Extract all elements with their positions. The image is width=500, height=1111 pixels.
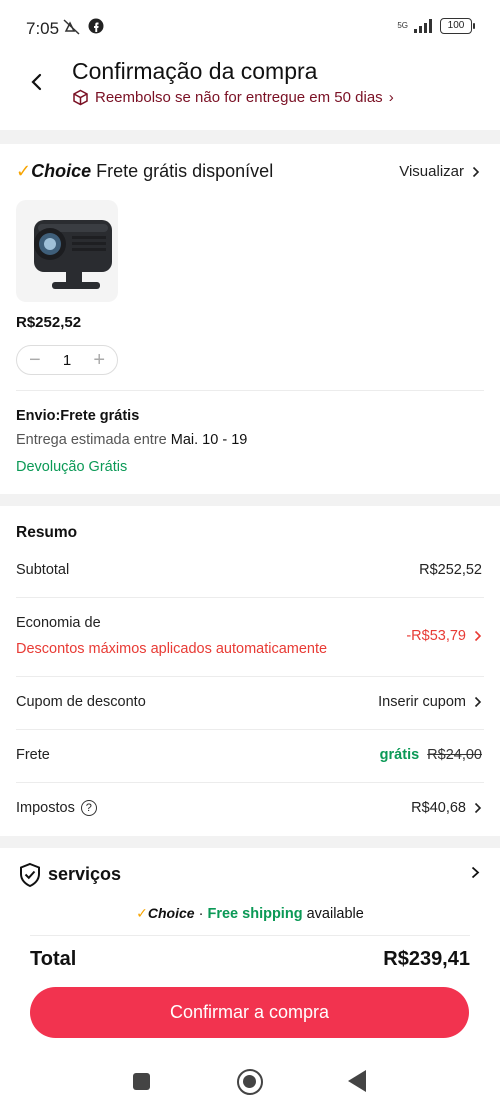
product-price: R$252,52 [16,314,82,331]
projector-icon [34,220,112,289]
page-title: Confirmação da compra [72,58,318,84]
chevron-right-icon [474,630,482,642]
page-header: Confirmação da compra Reembolso se não f… [0,52,500,124]
chevron-right-icon [472,166,480,177]
coupon-row[interactable]: Cupom de desconto Inserir cupom [0,694,500,724]
help-icon[interactable]: ? [80,800,97,817]
quantity-stepper: − 1 + [16,345,118,375]
section-divider [0,494,500,506]
refund-guarantee-link[interactable]: Reembolso se não for entregue em 50 dias… [72,89,394,106]
shipping-fee-label: Frete [16,747,50,763]
checkmark-icon: ✓ [16,161,32,181]
divider [16,782,484,783]
decrease-quantity-button[interactable]: − [29,350,41,370]
section-divider [0,130,500,144]
enter-coupon-link[interactable]: Inserir cupom [378,694,466,710]
signal-icon [414,19,432,33]
back-button[interactable] [22,68,50,96]
estimate-dates: Mai. 10 - 19 [170,432,248,448]
battery-icon: 100 [440,18,475,34]
subtotal-label: Subtotal [16,562,70,578]
status-right-icons: 5G 100 [397,18,475,34]
taxes-row[interactable]: Impostos? R$40,68 [0,800,500,830]
status-time: 7:05 [26,19,60,38]
savings-note: Descontos máximos aplicados automaticame… [16,641,328,657]
facebook-icon [88,18,104,34]
system-navigation-bar [0,1052,500,1111]
section-divider [0,836,500,848]
quantity-value[interactable]: 1 [63,352,71,369]
choice-logo: ✓Choice [16,161,92,181]
total-label: Total [30,948,77,970]
savings-value: -R$53,79 [406,628,466,644]
divider [30,935,470,936]
shipping-method: Envio:Frete grátis [16,408,140,424]
status-bar: 7:05 5G 100 [0,0,500,52]
divider [16,597,484,598]
estimate-label: Entrega estimada entre [16,432,167,448]
chevron-left-icon [31,73,42,91]
taxes-value: R$40,68 [411,800,466,816]
back-nav-button[interactable] [348,1070,366,1092]
recent-apps-button[interactable] [133,1073,150,1090]
view-button[interactable]: Visualizar [399,163,480,180]
checkmark-icon: ✓ [136,905,148,921]
free-return-label: Devolução Grátis [16,459,128,475]
home-button[interactable] [237,1069,263,1095]
free-shipping-available: Frete grátis disponível [96,161,274,181]
network-type: 5G [397,21,408,30]
divider [16,729,484,730]
product-image[interactable] [16,200,118,302]
status-left-icons [62,18,104,36]
shipping-free-label: grátis [379,747,420,763]
total-value: R$239,41 [383,948,470,970]
shield-check-icon [20,862,40,888]
choice-free-shipping-promo: ✓Choice · Free shipping available [0,905,500,922]
mute-icon [63,19,80,35]
promo-free-shipping: Free shipping [207,906,303,922]
services-title: serviços [48,864,122,884]
chevron-right-icon [471,866,480,879]
coupon-label: Cupom de desconto [16,694,146,710]
promo-available: available [306,906,364,922]
promo-separator: · [198,906,204,922]
refund-text: Reembolso se não for entregue em 50 dias [95,89,383,106]
choice-logo: ✓Choice [136,905,195,921]
taxes-label: Impostos [16,800,75,816]
summary-title: Resumo [16,524,78,541]
savings-row[interactable]: Economia de Descontos máximos aplicados … [0,615,500,665]
view-label: Visualizar [399,163,464,180]
subtotal-value: R$252,52 [419,562,482,578]
increase-quantity-button[interactable]: + [93,350,105,370]
chevron-right-icon [474,696,482,708]
subtotal-row: Subtotal R$252,52 [0,562,500,592]
divider [16,390,484,391]
divider [16,676,484,677]
choice-shipping-text: ✓Choice Frete grátis disponível [16,161,273,182]
savings-label: Economia de [16,615,101,631]
services-row[interactable]: serviços [0,848,500,904]
delivery-estimate: Entrega estimada entre Mai. 10 - 19 [16,432,247,448]
choice-shipping-banner: ✓Choice Frete grátis disponível Visualiz… [0,144,500,200]
shipping-original-price: R$24,00 [427,747,482,763]
package-icon [73,89,88,106]
chevron-right-icon [474,802,482,814]
chevron-right-icon: › [388,89,394,106]
shipping-fee-row: Frete grátis R$24,00 [0,747,500,777]
confirm-purchase-button[interactable]: Confirmar a compra [30,987,469,1038]
taxes-label-wrap: Impostos? [16,800,97,817]
